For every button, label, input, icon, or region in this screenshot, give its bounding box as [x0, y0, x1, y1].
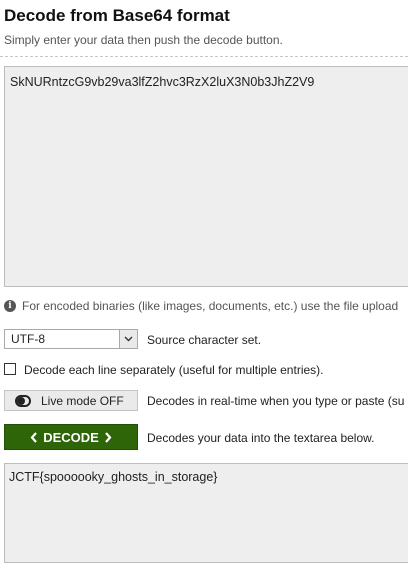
live-mode-button[interactable]: Live mode OFF	[4, 390, 138, 411]
output-text: JCTF{spoooooky_ghosts_in_storage}	[9, 470, 218, 484]
live-mode-label: Live mode OFF	[41, 393, 124, 408]
charset-label: Source character set.	[147, 333, 262, 347]
line-separately-checkbox[interactable]	[4, 363, 16, 375]
decode-description: Decodes your data into the textarea belo…	[147, 431, 375, 445]
decode-button[interactable]: DECODE	[4, 424, 138, 450]
decode-button-label: DECODE	[43, 429, 99, 445]
toggle-off-icon	[15, 394, 31, 407]
chevron-right-icon	[104, 431, 112, 443]
input-textarea[interactable]: SkNURntzcG9vb29va3lfZ2hvc3RzX2luX3N0b3Jh…	[4, 66, 408, 287]
chevron-down-icon[interactable]	[119, 330, 137, 348]
output-textarea[interactable]: JCTF{spoooooky_ghosts_in_storage}	[4, 463, 408, 563]
file-upload-hint-text: For encoded binaries (like images, docum…	[22, 299, 399, 313]
page-subtitle: Simply enter your data then push the dec…	[4, 33, 283, 47]
divider	[0, 56, 408, 57]
charset-select[interactable]: UTF-8	[4, 329, 138, 349]
live-mode-description: Decodes in real-time when you type or pa…	[147, 394, 405, 408]
chevron-left-icon	[30, 431, 38, 443]
line-separately-label: Decode each line separately (useful for …	[24, 363, 324, 377]
charset-selected-value: UTF-8	[11, 332, 45, 346]
page-title: Decode from Base64 format	[4, 6, 230, 25]
info-icon: i	[4, 300, 16, 312]
file-upload-hint: i For encoded binaries (like images, doc…	[4, 299, 398, 313]
